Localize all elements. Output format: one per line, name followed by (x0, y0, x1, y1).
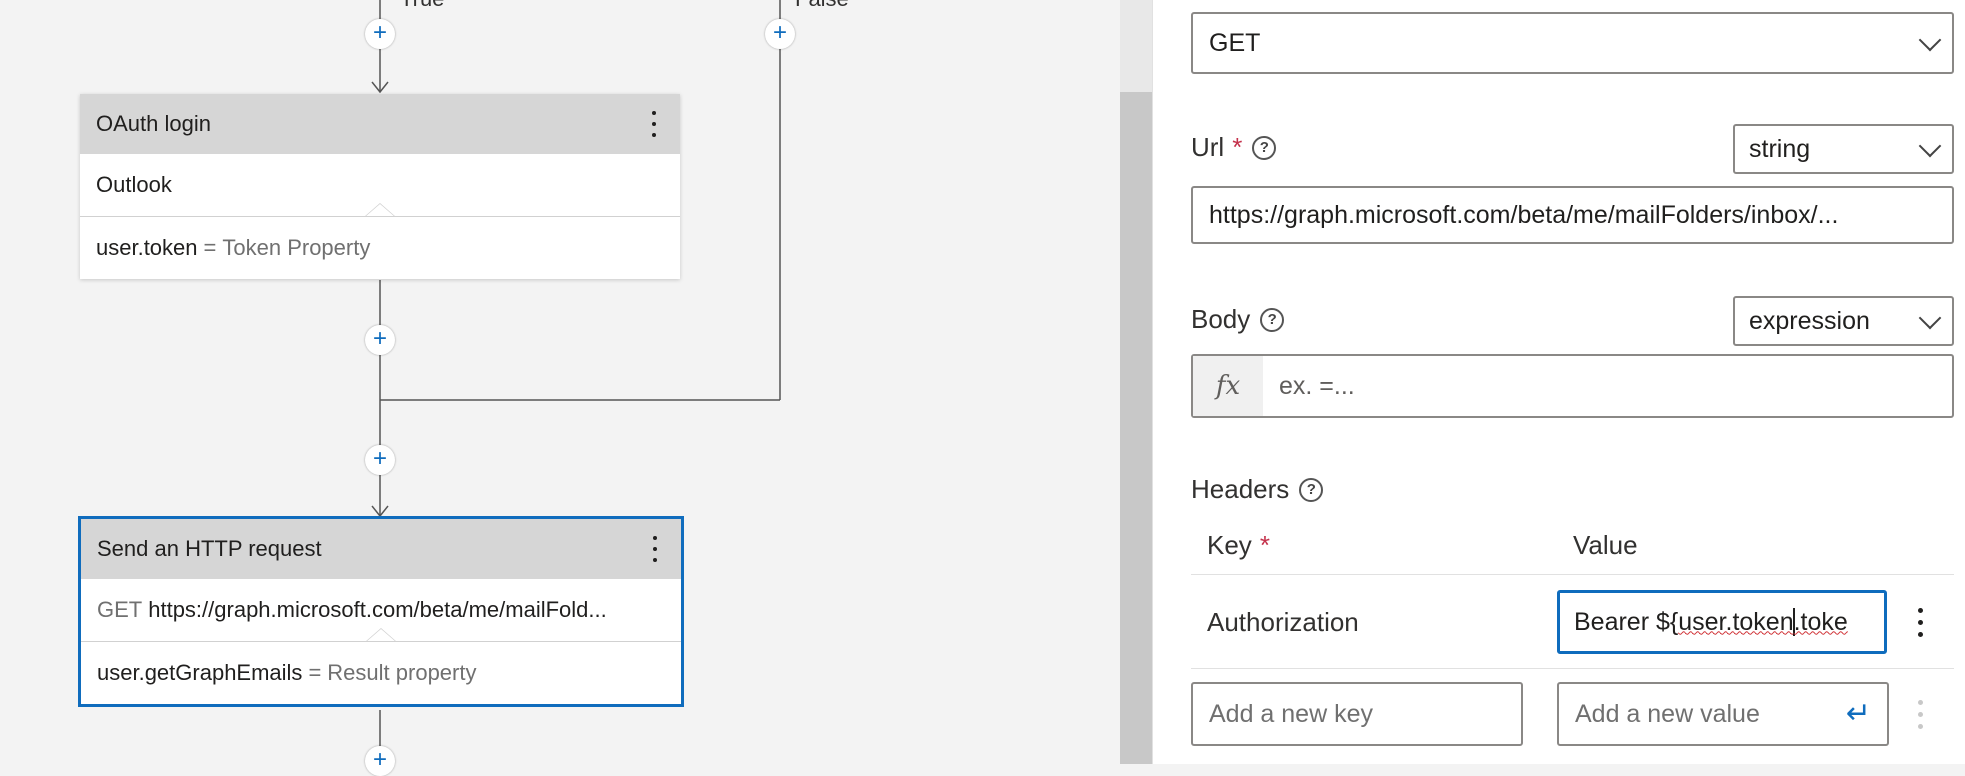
request-url: https://graph.microsoft.com/beta/me/mail… (148, 597, 607, 622)
node-body: Outlook (80, 154, 680, 217)
url-input[interactable]: https://graph.microsoft.com/beta/me/mail… (1191, 186, 1954, 244)
output-equals: = (203, 235, 217, 260)
node-title: Send an HTTP request (97, 536, 322, 561)
chevron-down-icon (1918, 134, 1942, 158)
body-expression-input[interactable]: fx ex. =... (1191, 354, 1954, 418)
chevron-down-icon (1918, 28, 1942, 52)
properties-panel: GET Url * ? string https://graph.microso… (1152, 0, 1965, 764)
add-step-button[interactable]: + (365, 746, 395, 776)
method-value: GET (1209, 28, 1261, 57)
node-header: Send an HTTP request (81, 519, 681, 579)
more-options-icon[interactable] (644, 108, 664, 140)
headers-label: Headers ? (1191, 474, 1324, 505)
notch-divider (364, 203, 396, 216)
enter-icon[interactable]: ↵ (1846, 696, 1871, 731)
new-value-input[interactable]: Add a new value ↵ (1557, 682, 1889, 746)
url-label: Url * ? (1191, 132, 1277, 163)
key-column-text: Key (1207, 530, 1252, 560)
new-key-input[interactable]: Add a new key (1191, 682, 1523, 746)
header-key-cell[interactable]: Authorization (1207, 607, 1359, 638)
row-more-options-icon[interactable] (1910, 604, 1930, 640)
url-type-dropdown[interactable]: string (1733, 124, 1954, 174)
header-divider (1191, 574, 1954, 575)
more-options-icon[interactable] (645, 533, 665, 565)
node-output: user.token = Token Property (80, 217, 680, 279)
method-dropdown[interactable]: GET (1191, 12, 1954, 74)
fx-icon: fx (1193, 356, 1263, 416)
header-value-prefix: Bearer ${ (1574, 607, 1679, 636)
body-label-text: Body (1191, 304, 1251, 334)
value-column-header: Value (1573, 530, 1638, 560)
add-step-button[interactable]: + (765, 19, 795, 49)
new-key-placeholder: Add a new key (1209, 699, 1373, 728)
node-body: GET https://graph.microsoft.com/beta/me/… (81, 579, 681, 642)
body-placeholder: ex. =... (1279, 371, 1355, 400)
connection-name: Outlook (96, 172, 172, 197)
flow-canvas[interactable]: True False + + OAuth login Outlook user.… (0, 0, 1120, 776)
url-label-text: Url (1191, 132, 1225, 162)
url-value: https://graph.microsoft.com/beta/me/mail… (1209, 200, 1839, 229)
oauth-login-node[interactable]: OAuth login Outlook user.token = Token P… (80, 94, 680, 279)
url-type-value: string (1749, 134, 1811, 163)
key-column-header: Key * (1207, 530, 1270, 561)
body-type-value: expression (1749, 306, 1870, 335)
chevron-down-icon (1918, 306, 1942, 330)
add-step-button[interactable]: + (365, 325, 395, 355)
output-equals: = (308, 660, 322, 685)
http-request-node[interactable]: Send an HTTP request GET https://graph.m… (78, 516, 684, 707)
node-output: user.getGraphEmails = Result property (81, 642, 681, 704)
output-property: Token Property (222, 235, 371, 260)
true-branch-label: True (400, 0, 444, 12)
body-type-dropdown[interactable]: expression (1733, 296, 1954, 346)
help-icon[interactable]: ? (1299, 477, 1324, 502)
output-variable: user.token (96, 235, 198, 260)
output-variable: user.getGraphEmails (97, 660, 303, 685)
add-step-button[interactable]: + (365, 445, 395, 475)
scrollbar-thumb[interactable] (1120, 92, 1152, 764)
new-value-placeholder: Add a new value (1575, 699, 1760, 728)
required-mark: * (1232, 132, 1243, 162)
header-value-token: user.token (1678, 607, 1794, 636)
output-property: Result property (327, 660, 477, 685)
required-mark: * (1259, 530, 1270, 560)
header-value-suffix: .toke (1793, 607, 1848, 636)
add-step-button[interactable]: + (365, 19, 395, 49)
row-more-options-icon (1910, 696, 1930, 732)
request-method: GET (97, 597, 143, 622)
row-divider (1191, 668, 1954, 669)
node-header: OAuth login (80, 94, 680, 154)
headers-label-text: Headers (1191, 474, 1290, 504)
body-label: Body ? (1191, 304, 1285, 335)
node-title: OAuth login (96, 111, 211, 136)
notch-divider (365, 628, 397, 641)
false-branch-label: False (795, 0, 849, 12)
help-icon[interactable]: ? (1252, 135, 1277, 160)
help-icon[interactable]: ? (1260, 307, 1285, 332)
header-value-input[interactable]: Bearer ${user.token .toke (1557, 590, 1887, 654)
